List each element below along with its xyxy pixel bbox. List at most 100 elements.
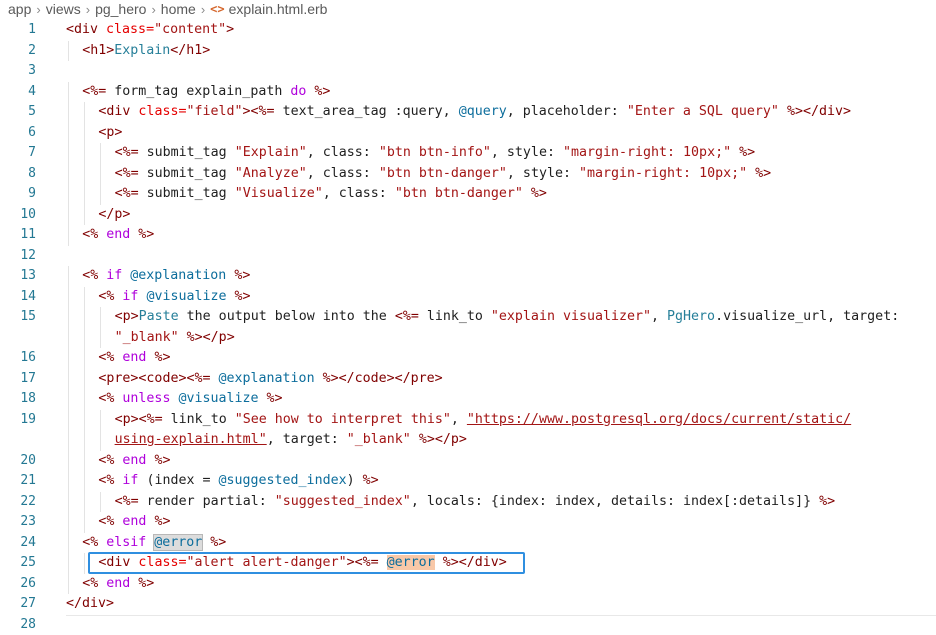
code-token: , target: <box>267 432 347 447</box>
code-editor[interactable]: 1<div class="content">2<h1>Explain</h1>3… <box>0 20 936 635</box>
code-token: > <box>226 22 234 37</box>
indent-guide <box>84 369 85 390</box>
code-token: @query <box>459 104 507 119</box>
indent-guide <box>84 143 85 164</box>
line-code: <% if (index = @suggested_index) %> <box>98 471 378 492</box>
code-token: .visualize_url, target: <box>715 309 899 324</box>
breadcrumb-item-app[interactable]: app <box>8 1 31 17</box>
code-line[interactable]: 24<% elsif @error %> <box>0 533 936 554</box>
indent-guide <box>68 266 69 287</box>
code-token: do <box>290 84 306 99</box>
indent-guide <box>68 389 69 410</box>
indent-guide <box>84 205 85 226</box>
line-code: <pre><code><%= @explanation %></code></p… <box>98 369 442 390</box>
code-line[interactable]: 10 </p> <box>0 205 936 226</box>
code-line[interactable]: 7<%= submit_tag "Explain", class: "btn b… <box>0 143 936 164</box>
code-token: </code> <box>339 371 395 386</box>
code-line[interactable]: 1<div class="content"> <box>0 20 936 41</box>
code-token: if <box>114 473 138 488</box>
code-line[interactable]: 21<% if (index = @suggested_index) %> <box>0 471 936 492</box>
line-code: <%= submit_tag "Visualize", class: "btn … <box>115 184 547 205</box>
line-number: 2 <box>0 41 36 62</box>
indent-guide <box>68 123 69 144</box>
code-line[interactable]: 22<%= render partial: "suggested_index",… <box>0 492 936 513</box>
code-line[interactable]: 18<% unless @visualize %> <box>0 389 936 410</box>
code-token: <%= <box>115 494 139 509</box>
selection-highlight-box <box>88 552 525 574</box>
code-line[interactable]: using-explain.html", target: "_blank" %>… <box>0 430 936 451</box>
breadcrumb-item-views[interactable]: views <box>46 1 81 17</box>
code-line[interactable]: 13<% if @explanation %> <box>0 266 936 287</box>
code-line[interactable]: 4<%= form_tag explain_path do %> <box>0 82 936 103</box>
code-line[interactable]: 19<p><%= link_to "See how to interpret t… <box>0 410 936 431</box>
indent-guide <box>68 451 69 472</box>
line-number: 10 <box>0 205 36 226</box>
code-line[interactable]: 2<h1>Explain</h1> <box>0 41 936 62</box>
code-token: , class: <box>307 145 379 160</box>
line-number: 18 <box>0 389 36 410</box>
code-token: , <box>651 309 667 324</box>
code-token: , class: <box>323 186 395 201</box>
code-token: %> <box>179 330 203 345</box>
line-code: <% end %> <box>98 512 170 533</box>
code-line[interactable]: 6<p> <box>0 123 936 144</box>
indent-guide <box>84 553 85 574</box>
code-line[interactable]: 23<% end %> <box>0 512 936 533</box>
code-line[interactable]: 17<pre><code><%= @explanation %></code><… <box>0 369 936 390</box>
line-number: 8 <box>0 164 36 185</box>
line-code: <% end %> <box>98 348 170 369</box>
code-line[interactable]: 25<div class="alert alert-danger"><%= @e… <box>0 553 936 574</box>
code-line[interactable]: 3 <box>0 61 936 82</box>
code-token: <%= <box>115 166 139 181</box>
code-line[interactable]: 28 <box>0 615 936 635</box>
code-link[interactable]: using-explain.html" <box>115 432 267 447</box>
code-token: class= <box>98 22 154 37</box>
code-token: <%= <box>115 145 139 160</box>
code-token: class= <box>130 104 186 119</box>
line-number: 24 <box>0 533 36 554</box>
breadcrumb-file[interactable]: explain.html.erb <box>229 1 328 17</box>
code-token: , placeholder: <box>507 104 627 119</box>
line-code: <div class="field"><%= text_area_tag :qu… <box>98 102 851 123</box>
code-token: (index = <box>138 473 218 488</box>
code-line[interactable]: 9<%= submit_tag "Visualize", class: "btn… <box>0 184 936 205</box>
code-line[interactable]: 27</div> <box>0 594 936 615</box>
code-token: end <box>114 350 146 365</box>
code-line[interactable]: 14<% if @visualize %> <box>0 287 936 308</box>
code-line[interactable]: 26<% end %> <box>0 574 936 595</box>
code-token: if <box>114 289 138 304</box>
chevron-right-icon: › <box>36 2 40 17</box>
code-line[interactable]: 12 <box>0 246 936 267</box>
code-token: %> <box>146 514 170 529</box>
code-token: end <box>98 576 130 591</box>
code-line[interactable]: 5<div class="field"><%= text_area_tag :q… <box>0 102 936 123</box>
code-line[interactable]: "_blank" %></p> <box>0 328 936 349</box>
code-token: , class: <box>307 166 379 181</box>
code-token: <% <box>98 473 114 488</box>
code-token: "_blank" <box>347 432 411 447</box>
indent-guide <box>68 184 69 205</box>
code-line[interactable]: 16<% end %> <box>0 348 936 369</box>
code-link[interactable]: "https://www.postgresql.org/docs/current… <box>467 412 851 427</box>
code-token: "content" <box>154 22 226 37</box>
code-line[interactable]: 8<%= submit_tag "Analyze", class: "btn b… <box>0 164 936 185</box>
indent-guide <box>68 369 69 390</box>
code-token: <% <box>82 576 98 591</box>
code-token: @explanation <box>211 371 315 386</box>
line-number: 6 <box>0 123 36 144</box>
code-line[interactable]: 20<% end %> <box>0 451 936 472</box>
code-token: </h1> <box>170 43 210 58</box>
code-token: , style: <box>491 145 563 160</box>
line-code: </p> <box>98 205 130 226</box>
chevron-right-icon: › <box>201 2 205 17</box>
code-token: </p> <box>98 207 130 222</box>
code-token: <% <box>98 350 114 365</box>
breadcrumb-item-home[interactable]: home <box>161 1 196 17</box>
code-token: "See how to interpret this" <box>235 412 451 427</box>
code-token: if <box>98 268 122 283</box>
breadcrumb-item-pg-hero[interactable]: pg_hero <box>95 1 146 17</box>
code-line[interactable]: 11<% end %> <box>0 225 936 246</box>
indent-guide <box>84 471 85 492</box>
indent-guide <box>100 410 101 431</box>
code-line[interactable]: 15<p>Paste the output below into the <%=… <box>0 307 936 328</box>
